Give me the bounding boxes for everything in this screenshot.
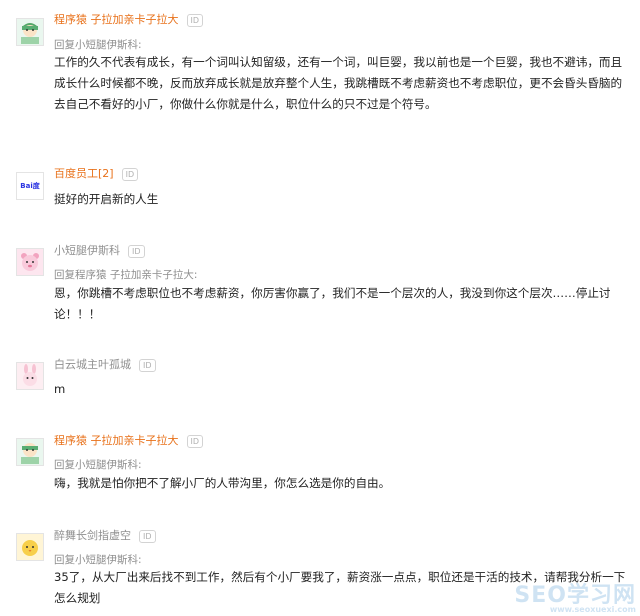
reply-to-label: 回复小短腿伊斯科: — [54, 554, 142, 566]
id-badge: ID — [128, 244, 145, 258]
reply-to-label: 回复小短腿伊斯科: — [54, 39, 142, 51]
id-badge: ID — [139, 529, 156, 543]
green-cartoon-avatar-icon — [21, 443, 39, 464]
avatar[interactable] — [16, 362, 44, 390]
username[interactable]: 小短腿伊斯科 — [54, 243, 120, 259]
reply-to-label: 回复程序猿 子拉加亲卡子拉大: — [54, 269, 198, 281]
watermark: SEO学习网 www.seoxuexi.com — [514, 577, 636, 614]
id-badge: ID — [186, 434, 204, 448]
avatar[interactable]: Bai度 — [16, 172, 44, 200]
username[interactable]: 醉舞长剑指虚空 — [54, 528, 131, 544]
username[interactable]: 百度员工[2] — [54, 166, 114, 182]
avatar[interactable] — [16, 533, 44, 561]
pink-rabbit-avatar-icon — [23, 364, 37, 386]
reply-to-label: 回复小短腿伊斯科: — [54, 459, 142, 471]
id-badge: ID — [186, 13, 204, 27]
username[interactable]: 程序猿 子拉加亲卡子拉大 — [54, 12, 179, 28]
comment-text: 挺好的开启新的人生 — [54, 192, 159, 206]
avatar[interactable] — [16, 18, 44, 46]
green-cartoon-avatar-icon — [21, 23, 39, 44]
comment-text: 嗨，我就是怕你把不了解小厂的人带沟里，你怎么选是你的自由。 — [54, 476, 391, 490]
baidu-logo-icon: Bai度 — [20, 182, 40, 190]
pink-bear-avatar-icon — [21, 253, 39, 271]
username[interactable]: 程序猿 子拉加亲卡子拉大 — [54, 433, 179, 449]
id-badge: ID — [139, 358, 156, 372]
comment-text: 工作的久不代表有成长，有一个词叫认知留级，还有一个词，叫巨婴，我以前也是一个巨婴… — [54, 55, 623, 111]
id-badge: ID — [121, 167, 139, 181]
comment-text: m — [54, 382, 66, 396]
avatar[interactable] — [16, 248, 44, 276]
yellow-chick-avatar-icon — [22, 540, 38, 556]
comment-text: 恩，你跳槽不考虑职位也不考虑薪资，你厉害你赢了，我们不是一个层次的人，我没到你这… — [54, 286, 611, 321]
avatar[interactable] — [16, 438, 44, 466]
username[interactable]: 白云城主叶孤城 — [54, 357, 131, 373]
